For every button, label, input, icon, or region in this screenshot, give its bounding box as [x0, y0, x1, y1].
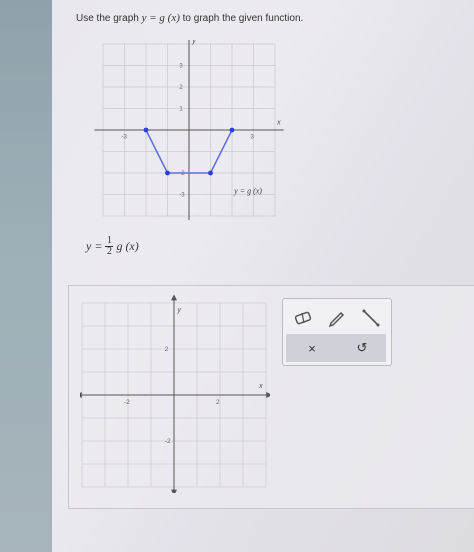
question-math: y = g (x) — [141, 12, 180, 24]
eraser-icon[interactable] — [291, 307, 315, 329]
target-function: y = 1 2 g (x) — [86, 235, 139, 257]
y-axis-arrow-down — [171, 489, 177, 496]
x-axis-arrow — [266, 392, 273, 398]
y-tick-label: 3 — [179, 64, 183, 70]
y-axis-label: y — [176, 307, 181, 314]
x-tick-label: -3 — [122, 135, 128, 141]
pencil-icon[interactable] — [325, 307, 349, 329]
g-curve-point — [208, 170, 213, 176]
answer-graph-svg[interactable]: x y -2 2 2 -2 — [75, 293, 273, 496]
y-axis-label: y — [191, 40, 196, 45]
y-tick-label: -2 — [179, 171, 185, 177]
g-curve-point — [229, 127, 235, 133]
clear-button[interactable]: × — [292, 334, 332, 362]
given-graph-svg: x y -3 3 3 2 1 -2 -3 y = g (x) — [94, 37, 284, 223]
undo-button[interactable]: ↺ — [342, 334, 382, 362]
x-tick-label: -2 — [124, 399, 130, 406]
x-tick-label: 3 — [251, 135, 255, 141]
y-tick-label: 2 — [165, 346, 169, 353]
left-sidebar-strip — [0, 0, 52, 552]
g-curve-point — [143, 127, 149, 133]
x-axis-label: x — [258, 383, 263, 390]
question-text: Use the graph y = g (x) to graph the giv… — [76, 12, 304, 24]
given-graph: x y -3 3 3 2 1 -2 -3 y = g (x) — [94, 37, 284, 223]
y-axis-arrow — [171, 294, 177, 301]
answer-graph-canvas[interactable]: x y -2 2 2 -2 — [75, 293, 273, 496]
toolbox-action-bar: × ↺ — [286, 334, 386, 362]
y-tick-label: -3 — [179, 193, 185, 199]
y-tick-label: 1 — [179, 107, 183, 113]
y-tick-label: -2 — [165, 438, 171, 445]
y-tick-label: 2 — [179, 85, 183, 91]
fraction-one-half: 1 2 — [105, 235, 114, 257]
x-axis-arrow-left — [75, 392, 82, 398]
x-axis-label: x — [276, 120, 281, 127]
g-curve-point — [165, 170, 170, 176]
line-segment-icon[interactable] — [359, 307, 383, 329]
x-tick-label: 2 — [216, 399, 220, 406]
curve-label: y = g (x) — [233, 186, 262, 195]
